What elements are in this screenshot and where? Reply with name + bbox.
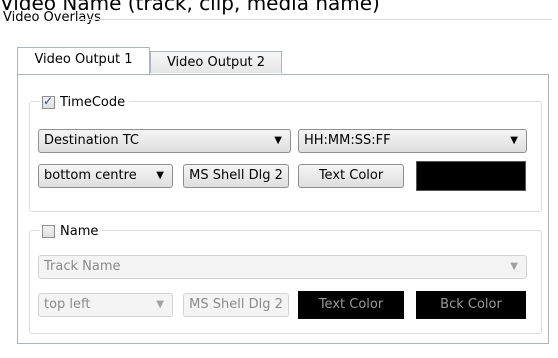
tab-video-output-2[interactable]: Video Output 2 [150,51,282,73]
name-source-select[interactable]: Track Name ▼ [38,255,527,279]
timecode-color-swatch[interactable] [416,161,526,191]
timecode-format-value: HH:MM:SS:FF [304,133,391,148]
timecode-format-select[interactable]: HH:MM:SS:FF ▼ [298,129,527,153]
tab-video-output-1[interactable]: Video Output 1 [17,47,150,74]
name-group-title: Name [40,222,103,240]
timecode-text-color-button[interactable]: Text Color [298,164,404,188]
chevron-down-icon: ▼ [274,135,282,146]
name-source-value: Track Name [44,259,121,274]
chevron-down-icon: ▼ [156,170,164,181]
group-divider [78,19,552,20]
timecode-group-title: TimeCode [40,93,130,111]
chevron-down-icon: ▼ [156,299,164,310]
chevron-down-icon: ▼ [510,135,518,146]
timecode-source-select[interactable]: Destination TC ▼ [38,129,291,153]
timecode-group: TimeCode Destination TC ▼ HH:MM:SS:FF ▼ … [29,93,542,212]
video-overlays-group-title: Video Overlays [3,10,105,25]
timecode-checkbox[interactable] [42,94,55,109]
name-bck-color-button[interactable]: Bck Color [416,291,526,319]
tab-panel: TimeCode Destination TC ▼ HH:MM:SS:FF ▼ … [17,74,549,344]
timecode-label: TimeCode [60,94,126,110]
name-font-button[interactable]: MS Shell Dlg 2 [183,293,289,317]
timecode-source-value: Destination TC [44,133,139,148]
timecode-position-value: bottom centre [44,168,137,183]
name-label: Name [60,223,99,239]
name-checkbox[interactable] [42,224,55,238]
name-position-value: top left [44,297,91,312]
timecode-font-button[interactable]: MS Shell Dlg 2 [183,164,289,188]
timecode-position-select[interactable]: bottom centre ▼ [38,164,173,188]
chevron-down-icon: ▼ [510,261,518,272]
name-position-select[interactable]: top left ▼ [38,293,173,317]
name-text-color-button[interactable]: Text Color [298,291,404,319]
name-group: Name Track Name ▼ top left ▼ MS Shell Dl… [29,222,542,334]
